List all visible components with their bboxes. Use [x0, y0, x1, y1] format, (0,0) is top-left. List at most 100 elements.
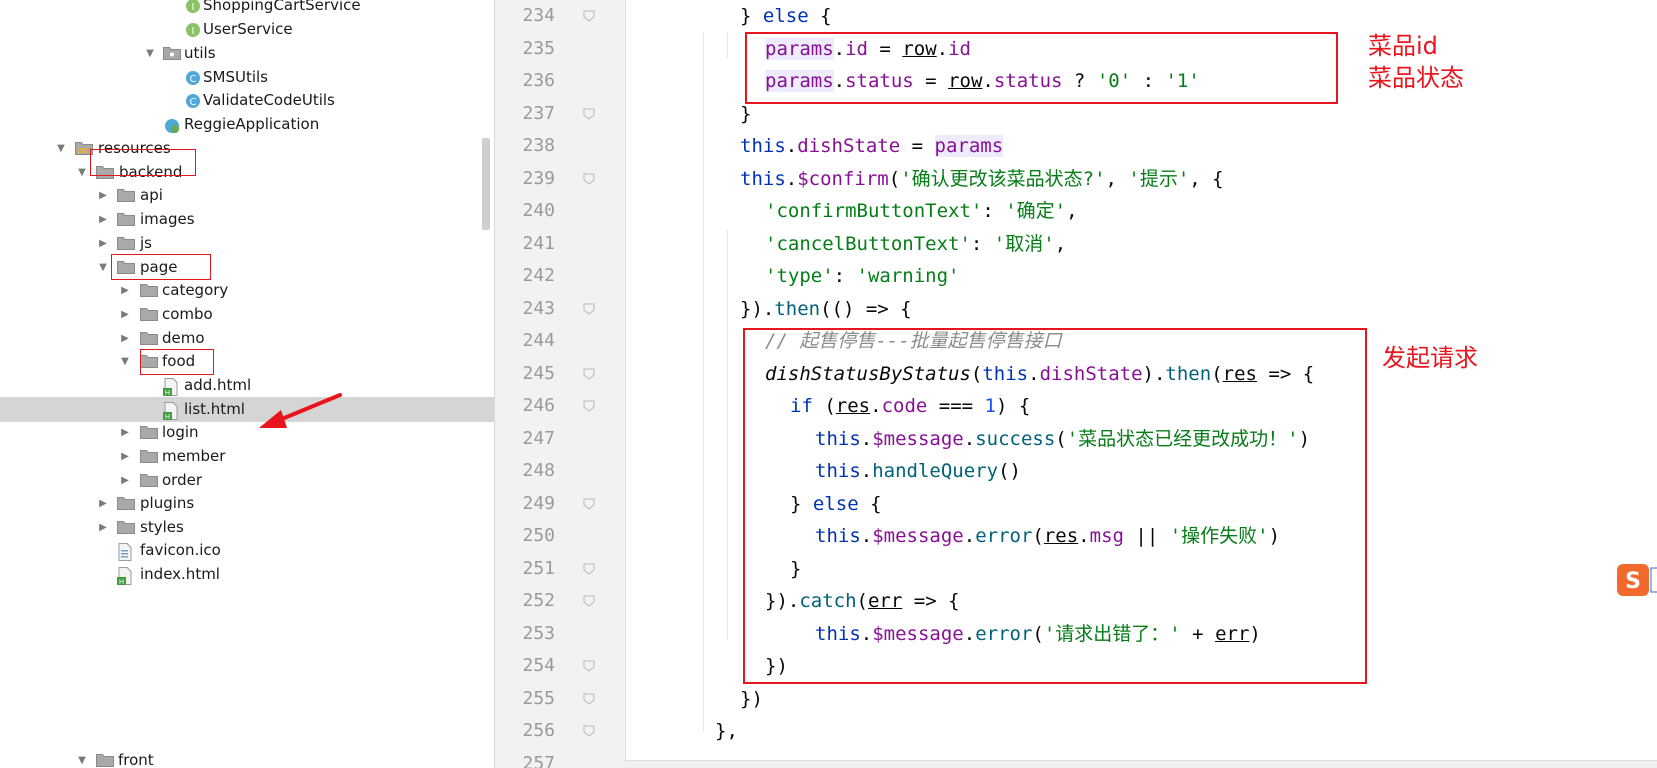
code-token: . — [785, 167, 798, 190]
code-line[interactable]: }) — [740, 683, 763, 715]
code-line[interactable]: 'cancelButtonText': '取消', — [765, 228, 1066, 260]
html-file-icon: H — [163, 402, 179, 420]
chevron-down-icon[interactable]: ▼ — [75, 748, 89, 768]
code-token: '确认更改该菜品状态?' — [900, 167, 1106, 190]
fold-marker-icon[interactable] — [583, 303, 595, 315]
fold-marker-icon[interactable] — [583, 108, 595, 120]
code-token: : — [833, 265, 857, 287]
ime-floating-icon[interactable]: S — [1615, 560, 1657, 600]
editor-gutter: 234 235 236 237 238 239 240 241 242 243 244 245 246 2… — [495, 0, 626, 768]
project-tree-panel[interactable]: I ShoppingCartService I UserService ▼ utils C S… — [0, 0, 495, 768]
line-number: 240 — [522, 200, 555, 221]
code-token: : — [970, 232, 994, 255]
line-number: 238 — [522, 135, 555, 156]
tree-item-images[interactable]: ▶ images — [0, 207, 494, 232]
chevron-down-icon[interactable]: ▼ — [75, 160, 89, 185]
code-token: this — [740, 167, 786, 190]
tree-item-smsutils[interactable]: C SMSUtils — [0, 65, 494, 90]
tree-item-page[interactable]: ▼ page — [0, 255, 494, 280]
code-line[interactable]: this.dishState = params — [740, 130, 1004, 162]
tree-item-label: api — [140, 186, 163, 204]
code-token: '取消' — [993, 232, 1055, 255]
tree-item-category[interactable]: ▶ category — [0, 278, 494, 303]
code-line[interactable]: 'type': 'warning' — [765, 260, 959, 292]
chevron-right-icon[interactable]: ▶ — [96, 183, 110, 208]
chevron-right-icon[interactable]: ▶ — [118, 444, 132, 469]
tree-item-utils[interactable]: ▼ utils — [0, 41, 494, 66]
fold-marker-icon[interactable] — [583, 595, 595, 607]
fold-marker-icon[interactable] — [583, 725, 595, 737]
chevron-right-icon[interactable]: ▶ — [96, 515, 110, 540]
chevron-right-icon[interactable]: ▶ — [118, 278, 132, 303]
chevron-down-icon[interactable]: ▼ — [96, 255, 110, 280]
code-token: }, — [715, 720, 738, 742]
code-line[interactable]: }).then(() => { — [740, 293, 912, 325]
tree-item-label: ShoppingCartService — [203, 0, 361, 14]
tree-item-login[interactable]: ▶ login — [0, 420, 494, 445]
tree-item-favicon-ico[interactable]: favicon.ico — [0, 538, 494, 563]
folder-icon — [117, 188, 135, 202]
tree-item-plugins[interactable]: ▶ plugins — [0, 491, 494, 516]
tree-item-backend[interactable]: ▼ backend — [0, 160, 494, 185]
fold-marker-icon[interactable] — [583, 400, 595, 412]
chevron-right-icon[interactable]: ▶ — [118, 420, 132, 445]
tree-scrollbar[interactable] — [482, 138, 490, 230]
line-number: 250 — [522, 525, 555, 546]
editor-horizontal-scrollbar[interactable] — [625, 760, 1657, 768]
fold-marker-icon[interactable] — [583, 660, 595, 672]
spring-boot-icon — [163, 117, 179, 133]
html-file-icon: H — [163, 378, 179, 396]
svg-text:S: S — [1625, 569, 1641, 594]
class-icon: C — [185, 93, 201, 108]
code-editor[interactable]: 234 235 236 237 238 239 240 241 242 243 244 245 246 2… — [495, 0, 1657, 768]
tree-item-label: js — [140, 234, 152, 252]
interface-icon: I — [185, 22, 201, 37]
svg-text:I: I — [192, 26, 195, 37]
tree-item-food[interactable]: ▼ food — [0, 349, 494, 374]
code-token: 'type' — [765, 265, 834, 287]
fold-marker-icon[interactable] — [583, 498, 595, 510]
tree-item-demo[interactable]: ▶ demo — [0, 326, 494, 351]
fold-marker-icon[interactable] — [583, 10, 595, 22]
code-token: dishState — [797, 135, 901, 157]
tree-item-reggieapplication[interactable]: ReggieApplication — [0, 112, 494, 137]
folder-icon — [117, 212, 135, 226]
fold-marker-icon[interactable] — [583, 173, 595, 185]
chevron-down-icon[interactable]: ▼ — [143, 41, 157, 66]
tree-item-label: ValidateCodeUtils — [203, 91, 335, 109]
tree-item-styles[interactable]: ▶ styles — [0, 515, 494, 540]
chevron-right-icon[interactable]: ▶ — [118, 468, 132, 493]
tree-item-api[interactable]: ▶ api — [0, 183, 494, 208]
chevron-down-icon[interactable]: ▼ — [118, 349, 132, 374]
code-line[interactable]: } else { — [740, 0, 832, 32]
tree-item-userservice[interactable]: I UserService — [0, 17, 494, 42]
chevron-right-icon[interactable]: ▶ — [96, 207, 110, 232]
fold-marker-icon[interactable] — [583, 693, 595, 705]
tree-item-add-html[interactable]: Hadd.html — [0, 373, 494, 398]
tree-item-combo[interactable]: ▶ combo — [0, 302, 494, 327]
tree-item-js[interactable]: ▶ js — [0, 231, 494, 256]
code-line[interactable]: this.$confirm('确认更改该菜品状态?', '提示', { — [740, 163, 1224, 195]
chevron-down-icon[interactable]: ▼ — [54, 136, 68, 161]
tree-item-label: member — [162, 447, 226, 465]
highlight-box-request — [743, 328, 1367, 684]
tree-item-front[interactable]: ▼ front — [0, 748, 494, 768]
code-line[interactable]: }, — [715, 715, 738, 747]
line-number: 256 — [522, 720, 555, 741]
tree-item-order[interactable]: ▶ order — [0, 468, 494, 493]
chevron-right-icon[interactable]: ▶ — [96, 231, 110, 256]
chevron-right-icon[interactable]: ▶ — [118, 326, 132, 351]
code-token: else — [762, 5, 809, 27]
fold-marker-icon[interactable] — [583, 368, 595, 380]
chevron-right-icon[interactable]: ▶ — [96, 491, 110, 516]
tree-item-resources[interactable]: ▼ resources — [0, 136, 494, 161]
tree-item-shoppingcartservice[interactable]: I ShoppingCartService — [0, 0, 494, 18]
tree-item-index-html[interactable]: Hindex.html — [0, 562, 494, 587]
code-line[interactable]: 'confirmButtonText': '确定', — [765, 195, 1078, 227]
tree-item-member[interactable]: ▶ member — [0, 444, 494, 469]
chevron-right-icon[interactable]: ▶ — [118, 302, 132, 327]
fold-marker-icon[interactable] — [583, 563, 595, 575]
tree-item-list-html[interactable]: Hlist.html — [0, 397, 494, 422]
tree-item-validatecodeutils[interactable]: C ValidateCodeUtils — [0, 88, 494, 113]
line-number: 252 — [522, 590, 555, 611]
